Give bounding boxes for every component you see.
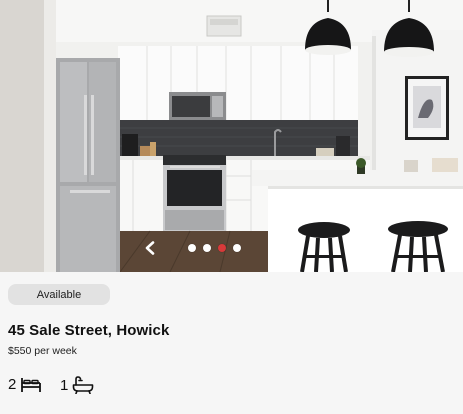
bathrooms-count: 1 (60, 376, 69, 394)
next-photo-button[interactable] (268, 236, 292, 260)
chevron-left-icon (145, 241, 155, 255)
slide-dot-4[interactable] (233, 244, 241, 252)
slide-dot-2[interactable] (203, 244, 211, 252)
previous-photo-button[interactable] (138, 236, 162, 260)
bed-icon (21, 377, 42, 392)
bathrooms-feature: 1 (60, 376, 94, 394)
bedrooms-count: 2 (8, 376, 17, 393)
property-photo (0, 0, 463, 272)
slide-indicator (188, 244, 241, 252)
property-price: $550 per week (8, 345, 77, 357)
kitchen-image (0, 0, 463, 272)
chevron-right-icon (275, 241, 285, 255)
slide-dot-3[interactable] (218, 244, 226, 252)
property-address[interactable]: 45 Sale Street, Howick (8, 322, 169, 339)
slide-dot-1[interactable] (188, 244, 196, 252)
bedrooms-feature: 2 (8, 376, 42, 393)
bathtub-icon (73, 376, 94, 394)
property-card[interactable]: Available 45 Sale Street, Howick $550 pe… (0, 0, 463, 414)
status-badge: Available (8, 284, 110, 305)
